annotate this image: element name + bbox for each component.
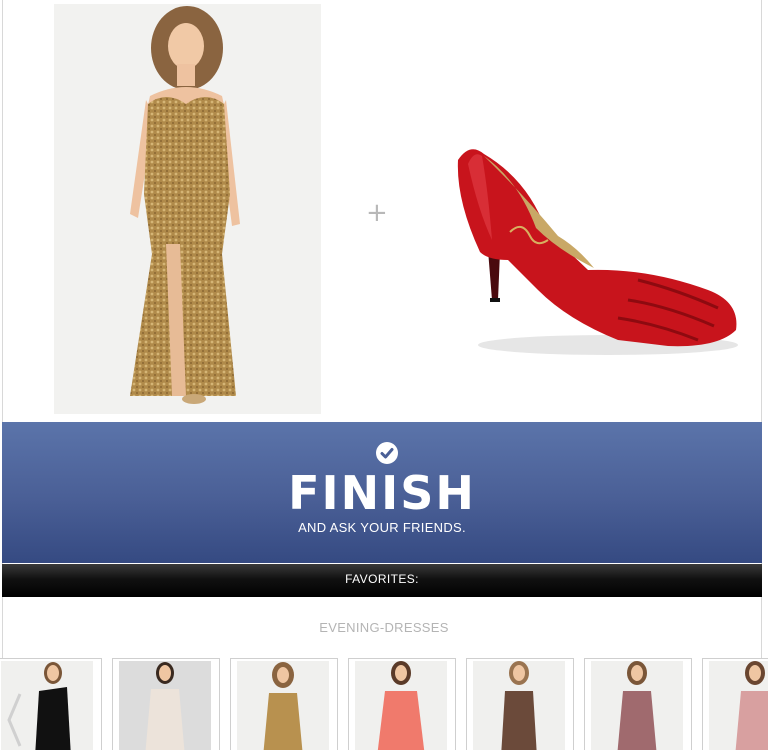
finish-title: FINISH [288, 466, 476, 520]
favorites-bar: FAVORITES: [2, 564, 762, 597]
thumbnail-item[interactable] [702, 658, 768, 750]
favorites-thumbnails [0, 658, 768, 750]
thumbnail-item[interactable] [584, 658, 692, 750]
finish-button[interactable]: FINISH AND ASK YOUR FRIENDS. [2, 422, 762, 563]
favorites-label: FAVORITES: [345, 572, 419, 586]
thumbnail-item[interactable] [348, 658, 456, 750]
category-label[interactable]: EVENING-DRESSES [0, 620, 768, 635]
thumbnail-item[interactable] [466, 658, 574, 750]
dress-product-image[interactable] [54, 4, 321, 414]
checkmark-icon [376, 442, 398, 464]
scroll-left-arrow-icon[interactable] [5, 690, 23, 750]
finish-subtitle: AND ASK YOUR FRIENDS. [298, 520, 466, 535]
thumbnail-item[interactable] [230, 658, 338, 750]
plus-icon: + [366, 198, 388, 228]
shoe-product-image[interactable] [418, 140, 748, 362]
thumbnail-item[interactable] [112, 658, 220, 750]
